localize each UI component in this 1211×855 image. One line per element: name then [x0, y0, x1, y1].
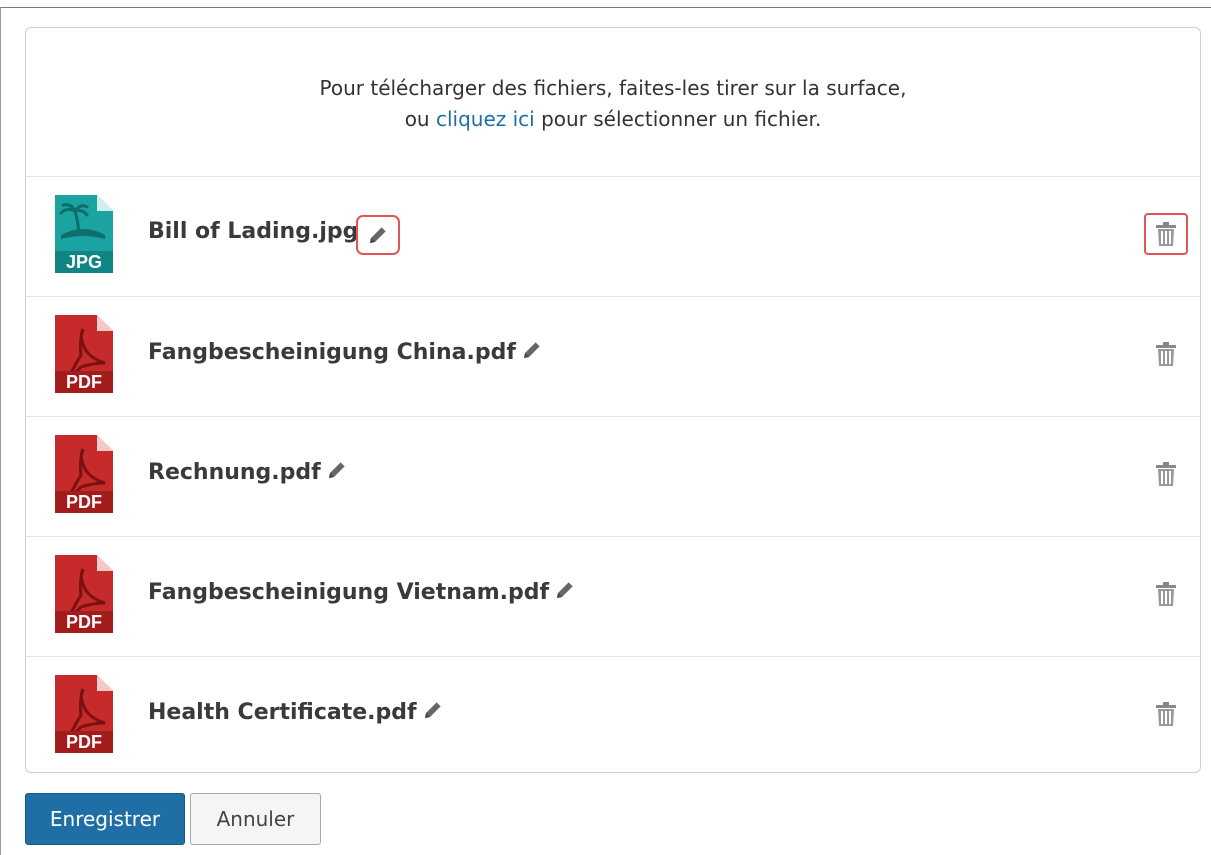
delete-trash-icon[interactable] — [1144, 333, 1188, 375]
file-type-label: PDF — [66, 372, 102, 392]
file-type-label: PDF — [66, 492, 102, 512]
delete-trash-icon[interactable] — [1144, 573, 1188, 615]
delete-trash-icon[interactable] — [1144, 693, 1188, 735]
pdf-file-icon: PDF — [53, 313, 115, 395]
file-row: PDF Rechnung.pdf — [26, 417, 1200, 537]
delete-trash-icon[interactable] — [1144, 213, 1188, 255]
cancel-button[interactable]: Annuler — [190, 793, 321, 845]
file-type-label: PDF — [66, 732, 102, 752]
file-name: Health Certificate.pdf — [148, 699, 444, 725]
rename-pencil-icon[interactable] — [326, 459, 348, 481]
file-type-label: JPG — [66, 252, 102, 272]
window-left-border — [0, 7, 1, 855]
file-row: JPG Bill of Lading.jpg — [26, 177, 1200, 297]
file-row: PDF Fangbescheinigung Vietnam.pdf — [26, 537, 1200, 657]
delete-trash-icon[interactable] — [1144, 453, 1188, 495]
rename-pencil-icon[interactable] — [356, 215, 401, 255]
pdf-file-icon: PDF — [53, 433, 115, 515]
save-button[interactable]: Enregistrer — [25, 793, 185, 845]
drop-zone-select-line: ou cliquez ici pour sélectionner un fich… — [405, 104, 822, 135]
file-name: Rechnung.pdf — [148, 459, 348, 485]
drop-zone-suffix: pour sélectionner un fichier. — [534, 107, 822, 131]
file-row: PDF Health Certificate.pdf — [26, 657, 1200, 772]
file-upload-panel: Pour télécharger des fichiers, faites-le… — [25, 27, 1201, 773]
rename-pencil-icon[interactable] — [422, 699, 444, 721]
file-name-text: Rechnung.pdf — [148, 460, 321, 485]
pdf-file-icon: PDF — [53, 553, 115, 635]
file-name: Fangbescheinigung China.pdf — [148, 339, 543, 365]
file-name-text: Fangbescheinigung Vietnam.pdf — [148, 580, 550, 605]
rename-pencil-icon[interactable] — [554, 579, 576, 601]
file-type-label: PDF — [66, 612, 102, 632]
file-name-text: Fangbescheinigung China.pdf — [148, 340, 516, 365]
file-name-text: Health Certificate.pdf — [148, 700, 417, 725]
pdf-file-icon: PDF — [53, 673, 115, 755]
select-file-link[interactable]: cliquez ici — [436, 107, 535, 131]
file-row: PDF Fangbescheinigung China.pdf — [26, 297, 1200, 417]
file-name-text: Bill of Lading.jpg — [148, 219, 359, 244]
drop-zone-instructions: Pour télécharger des fichiers, faites-le… — [319, 76, 907, 100]
jpg-file-icon: JPG — [53, 193, 115, 275]
rename-pencil-icon[interactable] — [521, 339, 543, 361]
file-name: Fangbescheinigung Vietnam.pdf — [148, 579, 576, 605]
file-name: Bill of Lading.jpg — [148, 215, 401, 255]
window-top-border — [0, 7, 1211, 8]
drop-zone-prefix: ou — [404, 107, 436, 131]
drop-zone[interactable]: Pour télécharger des fichiers, faites-le… — [26, 28, 1200, 177]
